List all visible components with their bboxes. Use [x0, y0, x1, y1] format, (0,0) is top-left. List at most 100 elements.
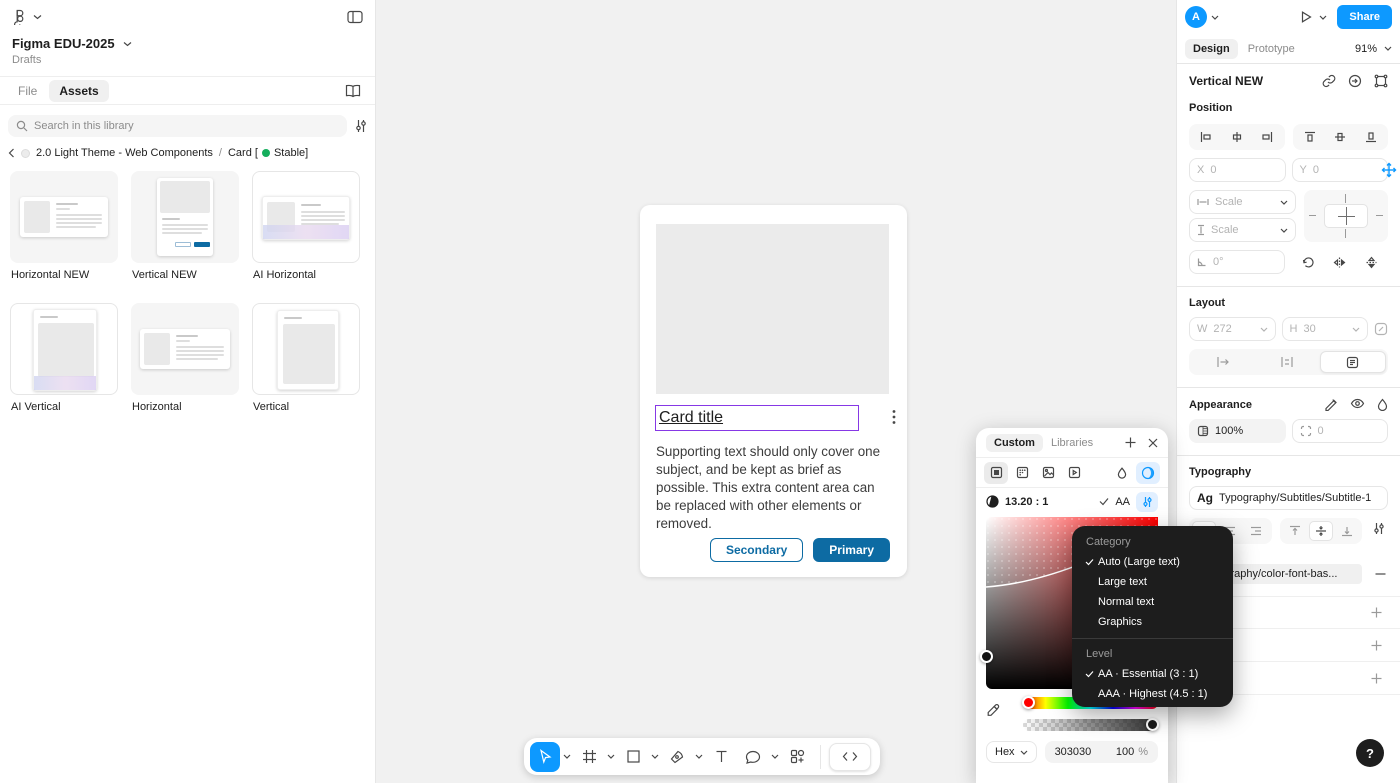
alpha-value-input[interactable]: 100: [1116, 746, 1134, 758]
project-name[interactable]: Drafts: [0, 51, 375, 77]
alpha-handle[interactable]: [1146, 718, 1159, 731]
panel-toggle-icon[interactable]: [347, 10, 363, 24]
solid-fill-icon[interactable]: [984, 461, 1008, 484]
pen-tool[interactable]: [662, 742, 692, 772]
avatar-chevron-icon[interactable]: [1211, 15, 1219, 20]
tab-custom[interactable]: Custom: [986, 433, 1043, 452]
opacity-input[interactable]: 100%: [1189, 419, 1286, 443]
align-top-icon[interactable]: [1298, 127, 1322, 147]
add-icon[interactable]: [1364, 668, 1388, 688]
chevron-down-icon[interactable]: [123, 41, 132, 47]
vertical-constraint-select[interactable]: Scale: [1189, 218, 1296, 242]
back-chevron-icon[interactable]: [8, 148, 15, 158]
go-to-main-component-icon[interactable]: [1348, 74, 1362, 88]
align-left-icon[interactable]: [1194, 127, 1218, 147]
color-format-select[interactable]: Hex: [986, 741, 1037, 763]
add-icon[interactable]: [1364, 603, 1388, 623]
color-handle[interactable]: [980, 650, 993, 663]
card-title-text[interactable]: Card title: [659, 409, 723, 427]
align-right-icon[interactable]: [1255, 127, 1279, 147]
dev-mode-toggle[interactable]: [829, 742, 871, 771]
figma-logo-icon[interactable]: [12, 9, 27, 25]
resources-tool[interactable]: [782, 742, 812, 772]
card-image-placeholder[interactable]: [656, 224, 889, 394]
move-tool-chevron-icon[interactable]: [562, 743, 572, 771]
align-v-center-icon[interactable]: [1328, 127, 1352, 147]
align-h-center-icon[interactable]: [1225, 127, 1249, 147]
eyedropper-icon[interactable]: [986, 697, 1001, 731]
add-icon[interactable]: [1364, 635, 1388, 655]
hue-handle[interactable]: [1022, 696, 1035, 709]
component-vertical-new[interactable]: Vertical NEW: [131, 171, 239, 281]
breadcrumb-status[interactable]: Stable]: [274, 147, 308, 159]
blend-droplet-icon[interactable]: [1110, 462, 1134, 484]
library-book-icon[interactable]: [345, 84, 361, 98]
frame-tool-chevron-icon[interactable]: [606, 743, 616, 771]
copy-link-icon[interactable]: [1322, 74, 1336, 88]
flip-horizontal-icon[interactable]: [1327, 252, 1351, 272]
blend-mode-icon[interactable]: [1377, 398, 1388, 411]
primary-button[interactable]: Primary: [813, 538, 890, 562]
move-tool[interactable]: [530, 741, 560, 772]
component-ai-vertical[interactable]: AI Vertical: [10, 303, 118, 413]
aspect-ratio-lock-icon[interactable]: [1374, 322, 1388, 336]
tab-assets[interactable]: Assets: [49, 79, 109, 102]
pen-tool-chevron-icon[interactable]: [694, 743, 704, 771]
gradient-fill-icon[interactable]: [1010, 462, 1034, 484]
video-fill-icon[interactable]: [1062, 462, 1086, 484]
x-position-input[interactable]: X0: [1189, 158, 1286, 182]
search-input[interactable]: Search in this library: [8, 115, 347, 137]
component-ai-horizontal[interactable]: AI Horizontal: [252, 171, 360, 281]
filter-sliders-icon[interactable]: [355, 119, 367, 133]
menu-item-large-text[interactable]: Large text: [1072, 572, 1233, 592]
file-name[interactable]: Figma EDU-2025: [12, 36, 115, 51]
shape-tool-chevron-icon[interactable]: [650, 743, 660, 771]
y-position-input[interactable]: Y0: [1291, 158, 1388, 182]
alpha-slider[interactable]: [1023, 718, 1159, 731]
tab-design[interactable]: Design: [1185, 38, 1238, 59]
text-align-right-icon[interactable]: [1244, 521, 1268, 541]
vertical-align-middle-icon[interactable]: [1308, 521, 1333, 541]
shape-tool[interactable]: [618, 742, 648, 772]
avatar[interactable]: A: [1185, 6, 1207, 28]
auto-layout-horizontal[interactable]: [1191, 351, 1255, 373]
rotation-input[interactable]: 0°: [1189, 250, 1285, 274]
vertical-align-bottom-icon[interactable]: [1335, 521, 1359, 541]
breadcrumb-page[interactable]: Card [: [228, 147, 258, 159]
remove-style-icon[interactable]: [1372, 564, 1388, 584]
horizontal-constraint-select[interactable]: Scale: [1189, 190, 1296, 214]
comment-tool-chevron-icon[interactable]: [770, 743, 780, 771]
frame-corners-icon[interactable]: [1374, 74, 1388, 88]
auto-layout-vertical[interactable]: [1255, 351, 1319, 373]
tab-libraries[interactable]: Libraries: [1051, 437, 1093, 449]
visibility-eye-icon[interactable]: [1350, 398, 1365, 411]
constraints-widget[interactable]: [1304, 190, 1388, 242]
menu-item-graphics[interactable]: Graphics: [1072, 612, 1233, 632]
secondary-button[interactable]: Secondary: [709, 538, 804, 562]
help-button[interactable]: ?: [1356, 739, 1384, 767]
tab-prototype[interactable]: Prototype: [1240, 39, 1303, 59]
component-horizontal[interactable]: Horizontal: [131, 303, 239, 413]
flip-vertical-icon[interactable]: [1360, 252, 1384, 272]
apply-styles-icon[interactable]: [1324, 398, 1338, 411]
component-horizontal-new[interactable]: Horizontal NEW: [10, 171, 118, 281]
menu-item-aa-essential[interactable]: AA · Essential (3 : 1): [1072, 664, 1233, 684]
share-button[interactable]: Share: [1337, 5, 1392, 29]
contrast-checker-icon[interactable]: [1136, 461, 1160, 484]
tab-file[interactable]: File: [10, 80, 45, 102]
comment-tool[interactable]: [738, 742, 768, 772]
component-vertical[interactable]: Vertical: [252, 303, 360, 413]
zoom-chevron-icon[interactable]: [1384, 46, 1392, 51]
menu-item-normal-text[interactable]: Normal text: [1072, 592, 1233, 612]
rotate-icon[interactable]: [1295, 252, 1319, 272]
type-settings-icon[interactable]: [1370, 518, 1388, 538]
text-style-select[interactable]: Ag Typography/Subtitles/Subtitle-1: [1189, 486, 1388, 510]
corner-radius-input[interactable]: 0: [1291, 419, 1388, 443]
menu-item-aaa-highest[interactable]: AAA · Highest (4.5 : 1): [1072, 684, 1233, 704]
close-icon[interactable]: [1148, 438, 1158, 448]
auto-layout-wrap[interactable]: [1319, 351, 1386, 373]
text-tool[interactable]: [706, 742, 736, 772]
present-chevron-icon[interactable]: [1319, 15, 1327, 20]
height-input[interactable]: H 30: [1281, 317, 1368, 341]
align-bottom-icon[interactable]: [1359, 127, 1383, 147]
